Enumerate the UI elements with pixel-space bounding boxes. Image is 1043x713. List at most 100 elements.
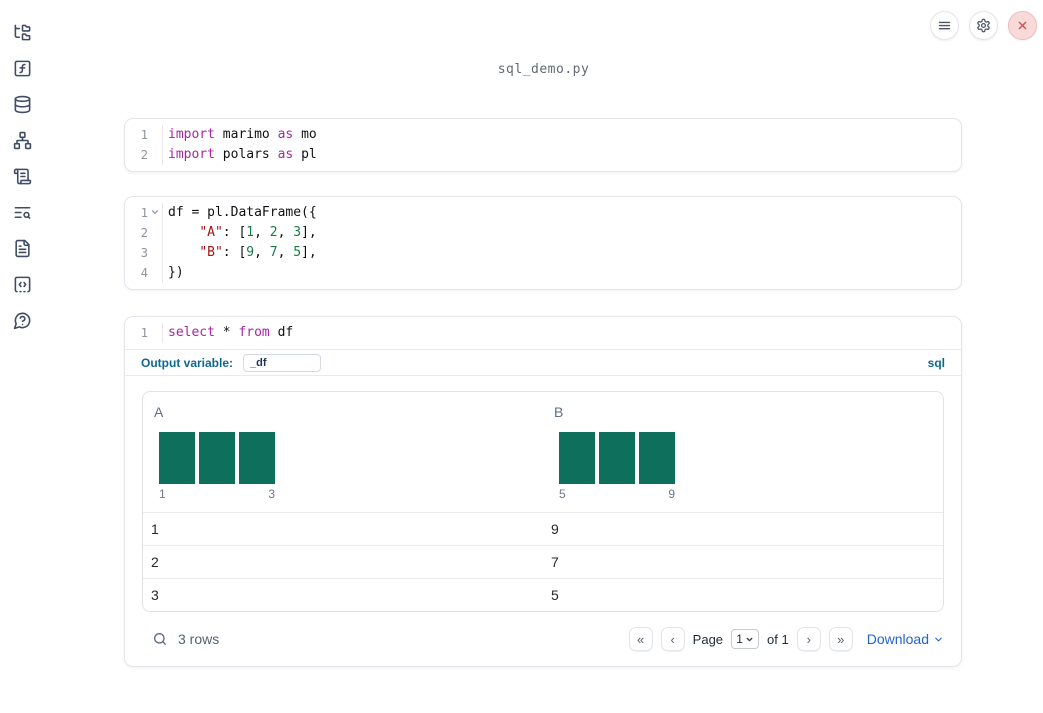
search-icon[interactable] bbox=[152, 631, 168, 647]
line-number: 1 bbox=[140, 326, 148, 340]
code-token: select bbox=[168, 325, 215, 340]
code-token: import bbox=[168, 147, 215, 162]
download-label: Download bbox=[866, 631, 929, 647]
code-line[interactable]: df = pl.DataFrame({ bbox=[168, 203, 961, 223]
table-footer: 3 rows « ‹ Page 1 of 1 › » Download bbox=[142, 620, 944, 658]
close-icon bbox=[1018, 21, 1027, 30]
column-title[interactable]: A bbox=[154, 404, 532, 420]
code-line[interactable]: select * from df bbox=[168, 323, 961, 343]
language-badge[interactable]: sql bbox=[928, 356, 945, 370]
table-row[interactable]: 3 5 bbox=[143, 578, 943, 611]
table-cell: 9 bbox=[551, 521, 559, 537]
histogram-bar bbox=[639, 432, 675, 484]
code-token: "A" bbox=[199, 225, 223, 240]
file-tree-icon[interactable] bbox=[13, 23, 32, 42]
line-number: 1 bbox=[125, 203, 162, 223]
code-cell-imports[interactable]: 1 2 import marimo as mo import polars as… bbox=[124, 118, 962, 172]
histogram-min-label: 1 bbox=[159, 487, 166, 501]
code-token: 5 bbox=[293, 245, 302, 260]
settings-button[interactable] bbox=[969, 11, 998, 40]
code-cell-dataframe[interactable]: 1 2 3 4 df = pl.DataFrame({ "A": [1, 2, … bbox=[124, 196, 962, 290]
code-line[interactable]: "B": [9, 7, 5], bbox=[168, 243, 961, 263]
code-line[interactable]: import marimo as mo bbox=[168, 125, 961, 145]
code-token: : [ bbox=[222, 225, 247, 240]
next-page-button[interactable]: › bbox=[796, 627, 821, 651]
code-editor[interactable]: 1 2 import marimo as mo import polars as… bbox=[125, 119, 961, 171]
code-token: import bbox=[168, 127, 215, 142]
column-title[interactable]: B bbox=[554, 404, 932, 420]
line-number: 2 bbox=[140, 226, 148, 240]
code-token: , bbox=[254, 245, 270, 260]
code-token: "B" bbox=[199, 245, 223, 260]
table-header: A 1 3 B 5 9 bbox=[143, 392, 943, 512]
code-token: , bbox=[277, 225, 294, 240]
window-controls bbox=[930, 11, 1037, 40]
menu-icon bbox=[938, 21, 951, 30]
column-header-a: A 1 3 bbox=[143, 392, 543, 512]
first-page-button[interactable]: « bbox=[628, 627, 653, 651]
code-token: * bbox=[214, 325, 239, 340]
shutdown-button[interactable] bbox=[1008, 11, 1037, 40]
code-token: df = pl.DataFrame({ bbox=[168, 205, 317, 220]
helper-panel-sidebar bbox=[0, 0, 44, 713]
download-button[interactable]: Download bbox=[867, 631, 944, 647]
code-token: 7 bbox=[269, 245, 278, 260]
table-cell: 2 bbox=[151, 554, 159, 570]
gear-icon bbox=[977, 18, 990, 33]
pagination: « ‹ Page 1 of 1 › » bbox=[628, 627, 853, 651]
prev-page-button[interactable]: ‹ bbox=[660, 627, 685, 651]
code-token: , bbox=[254, 225, 270, 240]
histogram-max-label: 9 bbox=[668, 487, 675, 501]
code-token: as bbox=[277, 127, 294, 142]
database-icon[interactable] bbox=[13, 95, 32, 114]
code-editor[interactable]: 1 select * from df bbox=[125, 317, 961, 349]
text-search-icon[interactable] bbox=[13, 203, 32, 222]
code-line[interactable]: "A": [1, 2, 3], bbox=[168, 223, 961, 243]
fold-indicator-icon[interactable] bbox=[150, 207, 160, 217]
help-bubble-icon[interactable] bbox=[13, 311, 32, 330]
page-select-value: 1 bbox=[736, 632, 743, 646]
line-number-gutter: 1 bbox=[125, 323, 163, 343]
page-select[interactable]: 1 bbox=[731, 629, 760, 649]
sql-cell-toolbar: Output variable: sql bbox=[125, 349, 961, 376]
table-cell: 5 bbox=[551, 587, 559, 603]
scroll-text-icon[interactable] bbox=[13, 167, 32, 186]
file-text-icon[interactable] bbox=[13, 239, 32, 258]
menu-button[interactable] bbox=[930, 11, 959, 40]
code-line[interactable]: import polars as pl bbox=[168, 145, 961, 165]
notebook-filename[interactable]: sql_demo.py bbox=[44, 62, 1043, 77]
chevron-down-icon bbox=[935, 637, 942, 641]
code-token: ], bbox=[301, 225, 317, 240]
code-snippets-icon[interactable] bbox=[13, 275, 32, 294]
code-token: marimo bbox=[214, 127, 278, 142]
table-cell: 3 bbox=[151, 587, 159, 603]
dataframe-table: A 1 3 B 5 9 1 9 2 7 3 5 bbox=[142, 391, 944, 612]
chevron-down-icon bbox=[746, 637, 753, 641]
page-label: Page bbox=[692, 631, 724, 647]
table-row[interactable]: 1 9 bbox=[143, 512, 943, 545]
line-number: 1 bbox=[140, 128, 148, 142]
dependency-graph-icon[interactable] bbox=[13, 131, 32, 150]
row-count-label: 3 rows bbox=[178, 631, 220, 647]
line-number-gutter: 1 2 bbox=[125, 125, 163, 165]
code-token: 2 bbox=[269, 225, 278, 240]
code-token: 1 bbox=[246, 225, 255, 240]
code-token: df bbox=[269, 325, 294, 340]
code-token: 9 bbox=[246, 245, 255, 260]
last-page-button[interactable]: » bbox=[828, 627, 853, 651]
output-variable-input[interactable] bbox=[243, 353, 322, 372]
code-token: 3 bbox=[293, 225, 302, 240]
code-editor[interactable]: 1 2 3 4 df = pl.DataFrame({ "A": [1, 2, … bbox=[125, 197, 961, 289]
page-of-label: of 1 bbox=[767, 631, 789, 647]
code-line[interactable]: }) bbox=[168, 263, 961, 283]
table-row[interactable]: 2 7 bbox=[143, 545, 943, 578]
sql-cell[interactable]: 1 select * from df Output variable: sql … bbox=[124, 316, 962, 667]
code-token: ], bbox=[301, 245, 317, 260]
code-token: : [ bbox=[222, 245, 247, 260]
histogram-bar bbox=[599, 432, 635, 484]
function-square-icon[interactable] bbox=[13, 59, 32, 78]
histogram-max-label: 3 bbox=[268, 487, 275, 501]
code-token: from bbox=[238, 325, 270, 340]
